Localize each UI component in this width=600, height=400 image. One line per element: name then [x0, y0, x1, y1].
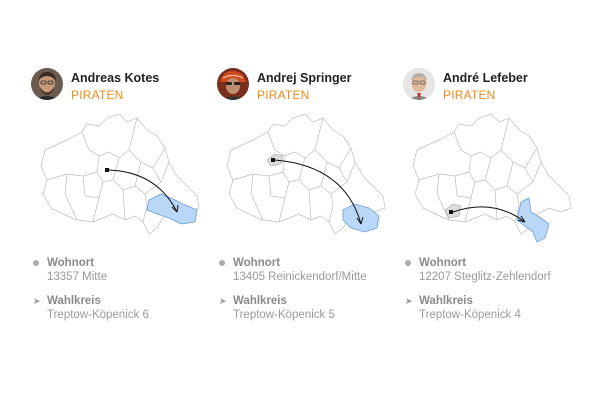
candidate-card-andrej-springer: Andrej Springer PIRATEN Wohnort 13405 Re…	[217, 68, 387, 328]
wohnort-row: Wohnort 13357 Mitte	[31, 256, 201, 285]
wohnort-marker	[271, 158, 275, 162]
wohnort-value: 12207 Steglitz-Zehlendorf	[419, 271, 551, 283]
candidate-card-andre-lefeber: André Lefeber PIRATEN Wohnort 12207 Steg…	[403, 68, 573, 328]
wahlkreis-row: ➤ Wahlkreis Treptow-Köpenick 4	[403, 294, 573, 323]
arrow-right-icon: ➤	[405, 296, 413, 306]
wohnort-label: Wohnort	[419, 257, 467, 269]
wahlkreis-row: ➤ Wahlkreis Treptow-Köpenick 5	[217, 294, 387, 323]
wahlkreis-value: Treptow-Köpenick 4	[419, 309, 521, 321]
dot-icon	[33, 260, 39, 266]
arrow-right-icon: ➤	[33, 296, 41, 306]
avatar	[31, 68, 63, 100]
wohnort-row: Wohnort 12207 Steglitz-Zehlendorf	[403, 256, 573, 285]
wohnort-marker	[105, 168, 109, 172]
wahlkreis-row: ➤ Wahlkreis Treptow-Köpenick 6	[31, 294, 201, 323]
candidate-name: Andrej Springer	[257, 71, 352, 85]
berlin-district-map	[40, 113, 200, 235]
wahlkreis-label: Wahlkreis	[47, 295, 101, 307]
dot-icon	[405, 260, 411, 266]
candidate-name: André Lefeber	[443, 71, 528, 85]
avatar	[217, 68, 249, 100]
wahlkreis-value: Treptow-Köpenick 6	[47, 309, 149, 321]
party-label: PIRATEN	[257, 88, 310, 102]
wohnort-marker	[449, 210, 453, 214]
wahlkreis-label: Wahlkreis	[233, 295, 287, 307]
wohnort-value: 13405 Reinickendorf/Mitte	[233, 271, 367, 283]
party-label: PIRATEN	[71, 88, 124, 102]
berlin-district-map	[226, 113, 386, 235]
dot-icon	[219, 260, 225, 266]
wahlkreis-value: Treptow-Köpenick 5	[233, 309, 335, 321]
party-label: PIRATEN	[443, 88, 496, 102]
arrow-right-icon: ➤	[219, 296, 227, 306]
wohnort-value: 13357 Mitte	[47, 271, 108, 283]
berlin-district-map	[412, 113, 572, 243]
wohnort-label: Wohnort	[47, 257, 95, 269]
avatar	[403, 68, 435, 100]
wohnort-row: Wohnort 13405 Reinickendorf/Mitte	[217, 256, 387, 285]
wohnort-label: Wohnort	[233, 257, 281, 269]
candidate-card-andreas-kotes: Andreas Kotes PIRATEN Wohnort 13357 Mitt…	[31, 68, 201, 328]
wahlkreis-label: Wahlkreis	[419, 295, 473, 307]
candidate-name: Andreas Kotes	[71, 71, 160, 85]
